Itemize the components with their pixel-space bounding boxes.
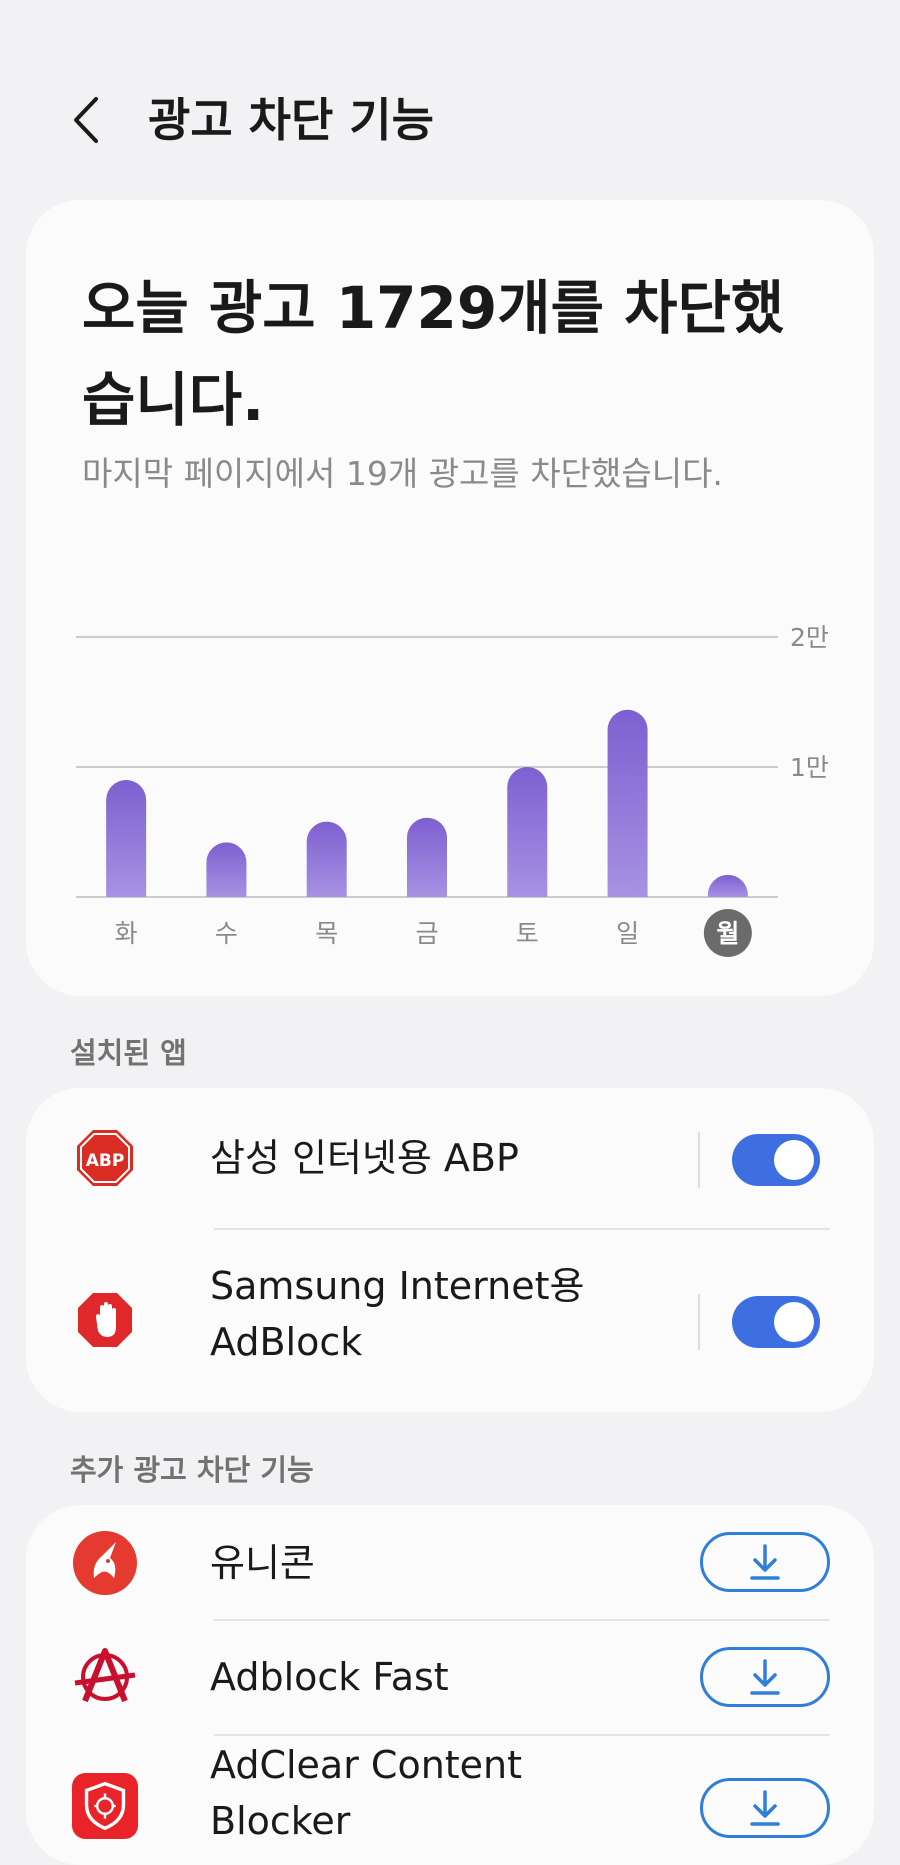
anarchy-a-icon — [71, 1643, 139, 1711]
back-button[interactable] — [62, 90, 110, 150]
bar-화 — [106, 780, 147, 897]
bar-목 — [306, 821, 347, 897]
bar-일 — [607, 709, 648, 897]
extra-row-adclear[interactable]: AdClear Content Blocker — [26, 1735, 874, 1865]
x-tick-label-목[interactable]: 목 — [315, 919, 338, 948]
download-button-adclear[interactable] — [700, 1778, 830, 1838]
summary-card: 오늘 광고 1729개를 차단했습니다. 마지막 페이지에서 19개 광고를 차… — [26, 200, 874, 996]
blocked-ads-bar-chart: 1만 2만화 수 목 금 토 일 월 — [76, 623, 829, 957]
bar-토 — [507, 767, 548, 897]
bar-월 — [707, 874, 748, 897]
abp-icon: ABP — [71, 1124, 139, 1192]
page-title: 광고 차단 기능 — [148, 93, 434, 147]
x-tick-label-화[interactable]: 화 — [115, 919, 138, 948]
download-icon — [750, 1659, 780, 1695]
extra-name-unicorn: 유니콘 — [210, 1541, 315, 1585]
installed-apps-label: 설치된 앱 — [70, 1036, 187, 1070]
installed-apps-card: ABP 삼성 인터넷용 ABP Samsung Internet용 AdBloc… — [26, 1088, 874, 1412]
y-tick-label: 1만 — [790, 753, 829, 782]
hand-stop-icon — [71, 1286, 139, 1354]
chevron-left-icon — [74, 97, 98, 143]
x-tick-label-월[interactable]: 월 — [716, 919, 739, 948]
extra-row-unicorn[interactable]: 유니콘 — [26, 1505, 874, 1621]
download-icon — [750, 1790, 780, 1826]
extra-name-adclear-line2: Blocker — [210, 1799, 351, 1843]
extra-name-adblock-fast: Adblock Fast — [210, 1655, 449, 1699]
row-divider — [698, 1132, 700, 1188]
download-button-adblock-fast[interactable] — [700, 1647, 830, 1707]
unicorn-icon — [71, 1529, 139, 1597]
toggle-knob — [774, 1140, 814, 1180]
toggle-knob — [774, 1302, 814, 1342]
download-icon — [750, 1544, 780, 1580]
x-tick-label-토[interactable]: 토 — [516, 919, 539, 948]
app-name-abp: 삼성 인터넷용 ABP — [210, 1136, 519, 1180]
installed-app-row-abp[interactable]: ABP 삼성 인터넷용 ABP — [26, 1088, 874, 1230]
bar-금 — [407, 817, 447, 897]
extra-row-adblock-fast[interactable]: Adblock Fast — [26, 1621, 874, 1735]
installed-app-row-adblock[interactable]: Samsung Internet용 AdBlock — [26, 1230, 874, 1412]
bar-수 — [206, 842, 247, 897]
svg-text:ABP: ABP — [86, 1151, 125, 1171]
adclear-shield-icon — [71, 1772, 139, 1840]
x-tick-label-일[interactable]: 일 — [616, 919, 639, 948]
x-tick-label-금[interactable]: 금 — [415, 919, 438, 948]
extra-blockers-label: 추가 광고 차단 기능 — [70, 1453, 314, 1487]
app-header: 광고 차단 기능 — [0, 0, 900, 200]
download-button-unicorn[interactable] — [700, 1532, 830, 1592]
app-name-adblock-line2: AdBlock — [210, 1320, 363, 1364]
app-name-adblock-line1: Samsung Internet용 — [210, 1264, 585, 1308]
x-tick-label-수[interactable]: 수 — [215, 919, 238, 948]
extra-name-adclear-line1: AdClear Content — [210, 1743, 523, 1787]
y-tick-label: 2만 — [790, 623, 829, 652]
row-divider — [698, 1294, 700, 1350]
adblock-toggle[interactable] — [732, 1296, 820, 1348]
abp-toggle[interactable] — [732, 1134, 820, 1186]
extra-blockers-card: 유니콘 Adblock Fast AdClear Content Blocker — [26, 1505, 874, 1865]
